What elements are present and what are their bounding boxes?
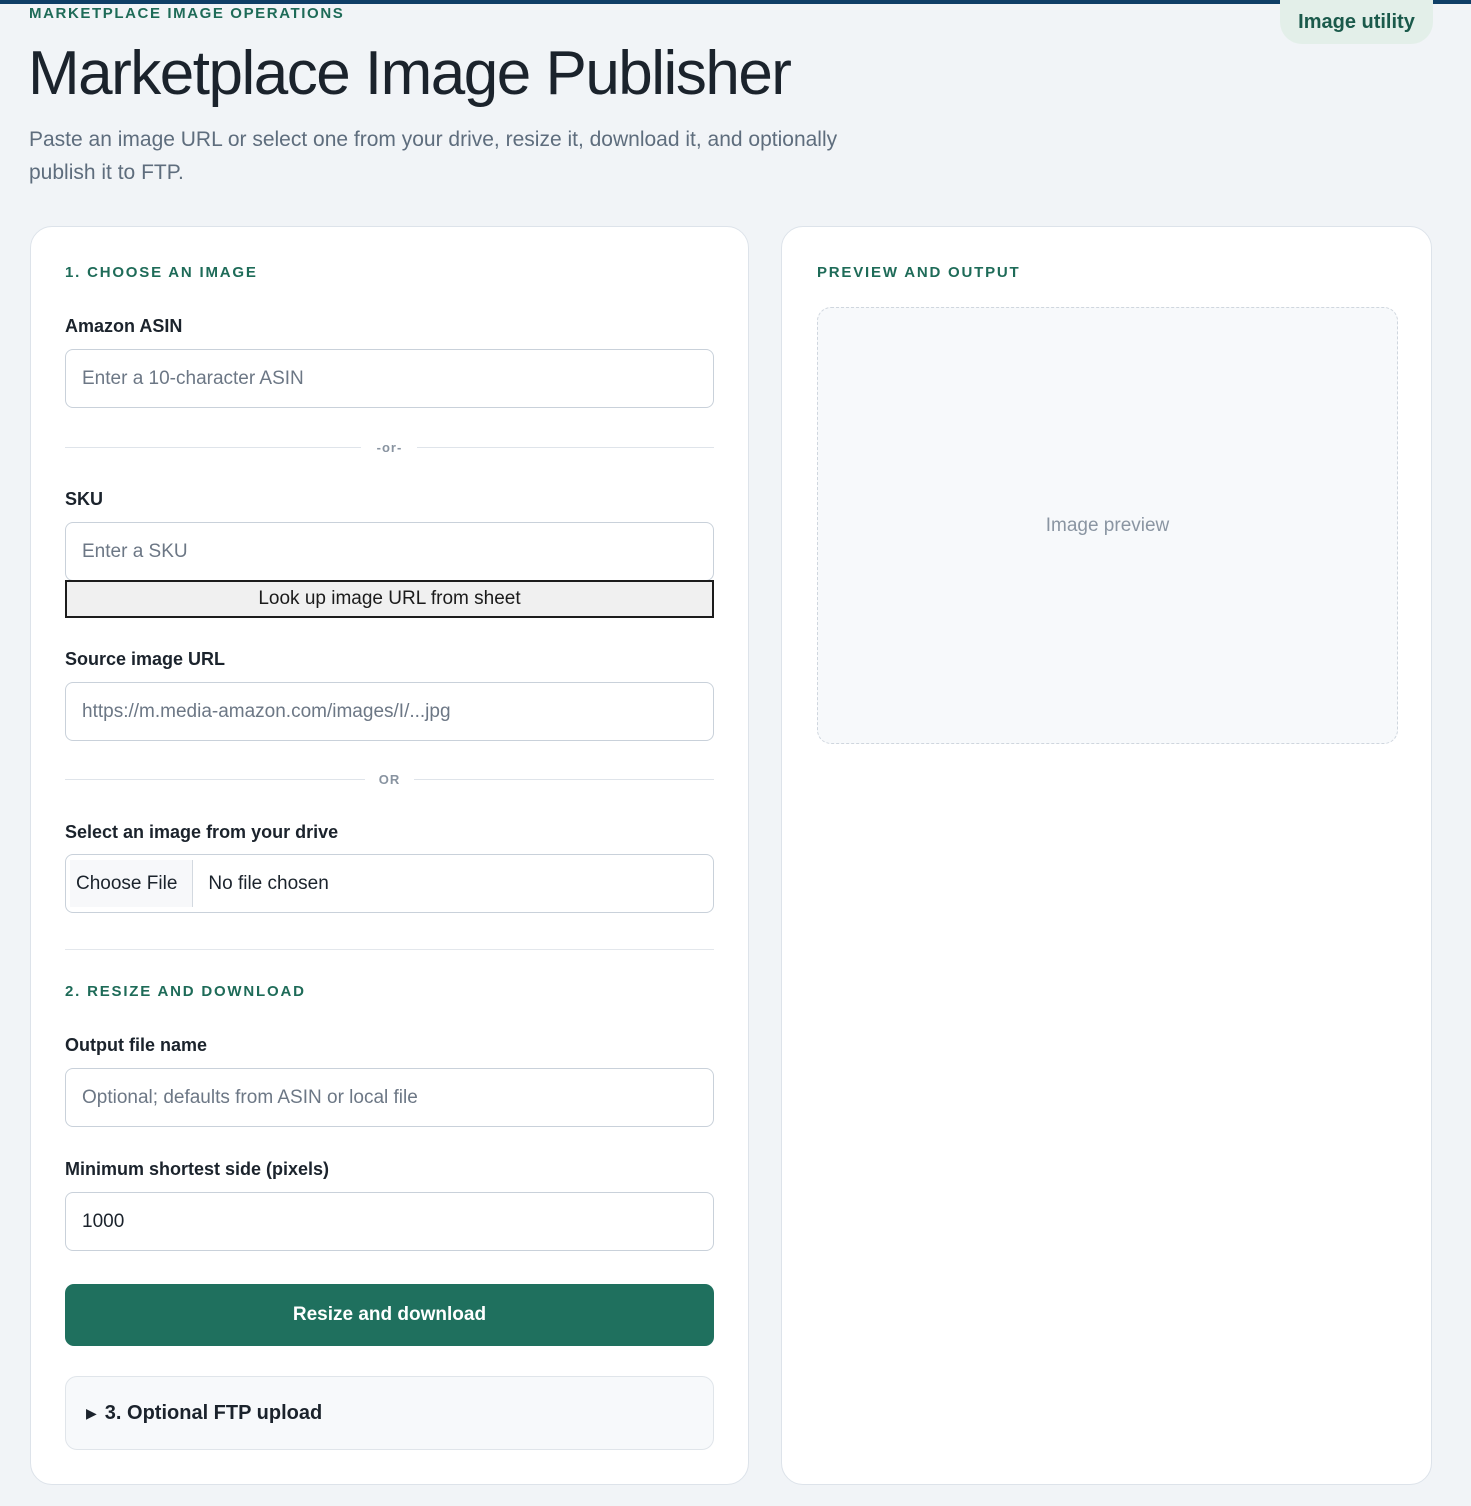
output-filename-label: Output file name [65, 1035, 208, 1055]
section-title-resize: 2. RESIZE AND DOWNLOAD [65, 983, 306, 1000]
sku-label: SKU [65, 489, 104, 509]
image-preview-area: Image preview [817, 307, 1398, 744]
triangle-right-icon: ▶ [86, 1404, 97, 1421]
section-title-preview: PREVIEW AND OUTPUT [817, 264, 1021, 281]
sku-input[interactable] [65, 522, 714, 581]
drive-file-input[interactable]: Choose File No file chosen [65, 854, 714, 913]
section-separator [65, 949, 714, 950]
or-divider-small: -or- [65, 440, 714, 455]
ftp-upload-label: 3. Optional FTP upload [104, 1401, 323, 1424]
header-eyebrow: MARKETPLACE IMAGE OPERATIONS [29, 5, 345, 22]
choose-file-button[interactable]: Choose File [70, 860, 194, 907]
min-side-label: Minimum shortest side (pixels) [65, 1159, 330, 1179]
or-divider: OR [65, 772, 714, 787]
lookup-url-button[interactable]: Look up image URL from sheet [65, 580, 714, 618]
source-url-input[interactable] [65, 682, 714, 741]
preview-card: PREVIEW AND OUTPUT Image preview [781, 226, 1432, 1485]
output-filename-input[interactable] [65, 1068, 714, 1127]
divider-line [414, 779, 714, 780]
divider-line [417, 447, 714, 448]
page-title: Marketplace Image Publisher [28, 39, 792, 108]
drive-file-label: Select an image from your drive [65, 822, 339, 842]
asin-label: Amazon ASIN [65, 316, 183, 336]
source-url-label: Source image URL [65, 649, 226, 669]
resize-download-button[interactable]: Resize and download [65, 1284, 714, 1346]
image-preview-placeholder: Image preview [1045, 514, 1170, 536]
image-utility-badge: Image utility [1280, 0, 1433, 44]
file-status-text: No file chosen [208, 872, 329, 894]
section-title-choose: 1. CHOOSE AN IMAGE [65, 264, 258, 281]
min-side-input[interactable] [65, 1192, 714, 1251]
asin-input[interactable] [65, 349, 714, 408]
top-accent-bar [0, 0, 1471, 4]
page-subtitle: Paste an image URL or select one from yo… [29, 128, 838, 184]
ftp-upload-toggle[interactable]: ▶ 3. Optional FTP upload [65, 1376, 714, 1450]
controls-card: 1. CHOOSE AN IMAGE Amazon ASIN -or- SKU … [30, 226, 749, 1485]
